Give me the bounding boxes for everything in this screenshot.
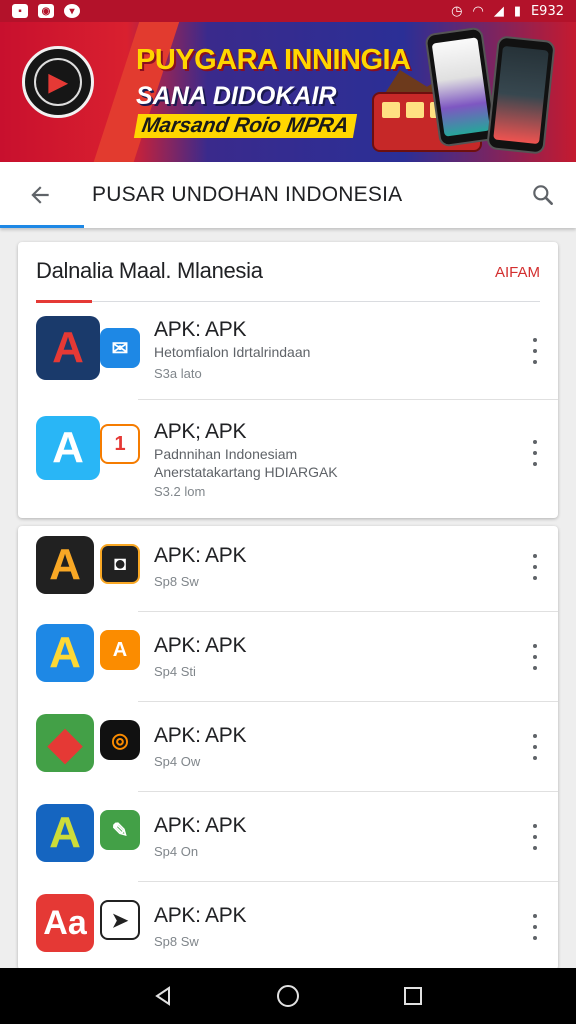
overflow-menu-icon[interactable] bbox=[530, 338, 540, 364]
overflow-menu-icon[interactable] bbox=[530, 824, 540, 850]
app-size: S3.2 lom bbox=[154, 484, 206, 499]
app-icon-a: A bbox=[36, 316, 100, 380]
overflow-menu-icon[interactable] bbox=[530, 440, 540, 466]
app-icon-a: A bbox=[36, 536, 94, 594]
list-item[interactable]: A ✉ APK: APK Hetomfialon Idrtalrindaan S… bbox=[18, 302, 558, 400]
maps-pin-icon: ◆ bbox=[36, 714, 94, 772]
app-name: APK: APK bbox=[154, 904, 247, 927]
list-item[interactable]: A ◘ APK: APK Sp8 Sw bbox=[18, 526, 558, 612]
battery-icon: ▮ bbox=[513, 3, 521, 19]
banner-headline: PUYGARA INNINGIA bbox=[136, 44, 411, 76]
app-size: S3a lato bbox=[154, 366, 202, 381]
app-name: APK; APK bbox=[154, 420, 247, 443]
overflow-menu-icon[interactable] bbox=[530, 554, 540, 580]
banner-logo: ▶ bbox=[22, 46, 94, 118]
nav-back-icon[interactable] bbox=[143, 976, 183, 1016]
wifi-icon: ◠ bbox=[472, 3, 484, 19]
arrow-back-icon[interactable] bbox=[0, 162, 80, 228]
shop-bag-icon: 1 bbox=[100, 424, 140, 464]
app-size: Sp4 Sti bbox=[154, 664, 196, 679]
app-size: Sp4 Ow bbox=[154, 754, 201, 769]
app-name: APK: APK bbox=[154, 724, 247, 747]
banner-phone-illustration-2 bbox=[486, 35, 556, 155]
app-size: Sp8 Sw bbox=[154, 574, 199, 589]
app-size: Sp4 On bbox=[154, 844, 199, 859]
flag-logo-icon: ▶ bbox=[34, 58, 82, 106]
nav-recents-icon[interactable] bbox=[393, 976, 433, 1016]
gallery-notification-icon: ▪ bbox=[12, 4, 28, 18]
app-name: APK: APK bbox=[154, 814, 247, 837]
app-bar-title[interactable]: PUSAR UNDOHAN INDONESIA bbox=[92, 183, 402, 207]
download-notification-icon: ▾ bbox=[64, 4, 80, 18]
clock: E932 bbox=[530, 3, 564, 19]
banner-tagline: Marsand Roio MPRA bbox=[133, 114, 357, 138]
promo-banner[interactable]: ▶ PUYGARA INNINGIA SANA DIDOKAIR Marsand… bbox=[0, 0, 576, 162]
system-navigation-bar bbox=[0, 968, 576, 1024]
list-item[interactable]: Aa ➤ APK: APK Sp8 Sw bbox=[18, 882, 558, 970]
apps-list-card: A ◘ APK: APK Sp8 Sw A A APK: APK Sp4 Sti… bbox=[18, 526, 558, 970]
app-name: APK: APK bbox=[154, 544, 247, 567]
camera-lens-icon: ◎ bbox=[100, 720, 140, 760]
mail-badge-icon: ✉ bbox=[100, 328, 140, 368]
send-arrow-icon: ➤ bbox=[100, 900, 140, 940]
app-icon-a: A bbox=[36, 416, 100, 480]
list-item[interactable]: A A APK: APK Sp4 Sti bbox=[18, 612, 558, 702]
list-item[interactable]: ◆ ◎ APK: APK Sp4 Ow bbox=[18, 702, 558, 792]
overflow-menu-icon[interactable] bbox=[530, 914, 540, 940]
list-item[interactable]: A 1 APK; APK Padnnihan Indonesiam Anerst… bbox=[18, 400, 558, 516]
signal-icon: ◢ bbox=[493, 3, 504, 19]
nav-home-icon[interactable] bbox=[268, 976, 308, 1016]
app-description: Padnnihan Indonesiam bbox=[154, 446, 298, 462]
leaf-pen-icon: ✎ bbox=[100, 810, 140, 850]
app-name: APK: APK bbox=[154, 318, 247, 341]
overflow-menu-icon[interactable] bbox=[530, 644, 540, 670]
card-title: Dalnalia Maal. Mlanesia bbox=[36, 258, 263, 283]
app-icon-a: A bbox=[36, 804, 94, 862]
search-icon[interactable] bbox=[510, 162, 576, 228]
app-description-2: Anerstatakartang HDIARGAK bbox=[154, 464, 338, 480]
more-link[interactable]: AIFAM bbox=[495, 264, 540, 281]
tab-indicator bbox=[0, 225, 84, 228]
status-bar: ▪ ◉ ▾ ◷ ◠ ◢ ▮ E932 bbox=[0, 0, 576, 22]
app-description: Hetomfialon Idrtalrindaan bbox=[154, 344, 311, 360]
search-app-bar: PUSAR UNDOHAN INDONESIA bbox=[0, 162, 576, 228]
overflow-menu-icon[interactable] bbox=[530, 734, 540, 760]
triangle-app-icon: A bbox=[100, 630, 140, 670]
app-icon-a: Aa bbox=[36, 894, 94, 952]
banner-subheadline: SANA DIDOKAIR bbox=[136, 82, 337, 110]
app-name: APK: APK bbox=[154, 634, 247, 657]
alarm-icon: ◷ bbox=[451, 3, 463, 19]
chat-bubble-icon: ◘ bbox=[100, 544, 140, 584]
card-header: Dalnalia Maal. Mlanesia AIFAM bbox=[18, 242, 558, 303]
app-icon-a: A bbox=[36, 624, 94, 682]
app-notification-icon: ◉ bbox=[38, 4, 54, 18]
list-item[interactable]: A ✎ APK: APK Sp4 On bbox=[18, 792, 558, 882]
app-size: Sp8 Sw bbox=[154, 934, 199, 949]
featured-apps-card: Dalnalia Maal. Mlanesia AIFAM A ✉ APK: A… bbox=[18, 242, 558, 518]
